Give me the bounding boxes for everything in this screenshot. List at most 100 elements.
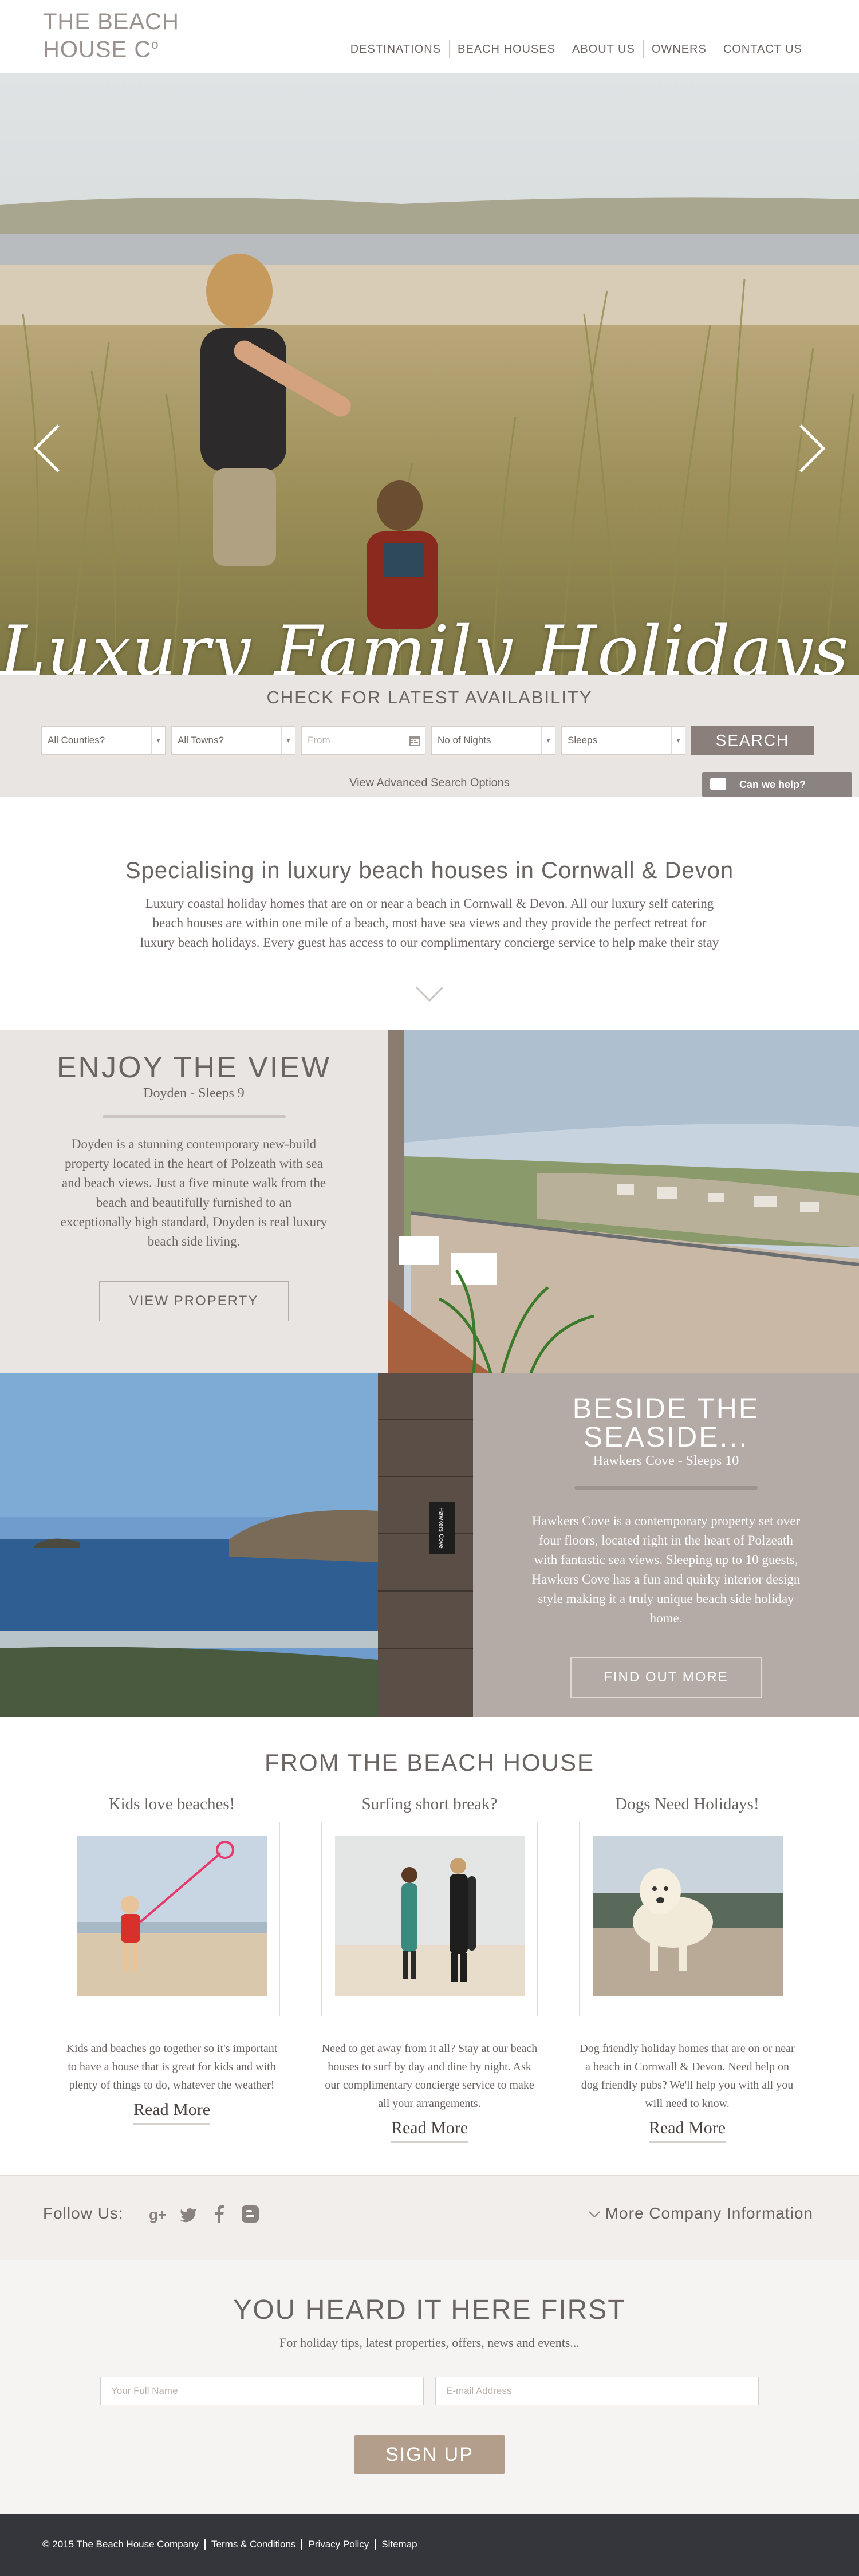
sleeps-select[interactable]: Sleeps ▾ [561,726,685,755]
blog-card: Kids love beaches! Kids and beaches go t… [63,1795,281,2125]
chevron-right-icon[interactable] [795,423,829,474]
logo-line-2-text: HOUSE C [43,37,152,62]
feature-panel: ENJOY THE VIEW Doyden - Sleeps 9 Doyden … [0,1030,388,1373]
blog-section: FROM THE BEACH HOUSE Kids love beaches! … [0,1717,859,2175]
blog-card-title[interactable]: Kids love beaches! [63,1795,281,1814]
footer-links: © 2015 The Beach House Company Terms & C… [42,2539,423,2550]
read-more-link[interactable]: Read More [648,2118,726,2143]
feature-subtitle: Doyden - Sleeps 9 [143,1086,245,1101]
intro-section: Specialising in luxury beach houses in C… [0,797,859,1030]
newsletter-section: YOU HEARD IT HERE FIRST For holiday tips… [0,2260,859,2514]
search-form: All Counties? ▾ All Towns? ▾ From No of … [41,726,814,755]
chevron-down-icon [589,2211,600,2218]
chevron-left-icon[interactable] [30,423,64,474]
hawkers-cove-photo[interactable]: Hawkers Cove [0,1373,473,1717]
social-bar: Follow Us: g+ More Company Information [0,2175,859,2260]
svg-text:g+: g+ [149,2206,167,2223]
social-links: g+ [148,2204,260,2224]
nav-owners[interactable]: OWNERS [643,40,715,58]
logo-line-1: THE BEACH [43,9,179,34]
hero-slider: Luxury Family Holidays by the Sea [0,73,859,675]
more-company-info-label: More Company Information [605,2204,813,2222]
blog-card-text: Need to get away from it all? Stay at ou… [321,2042,538,2110]
site-logo[interactable]: THE BEACH HOUSE Co [43,10,179,61]
nav-beach-houses[interactable]: BEACH HOUSES [449,40,564,58]
read-more-link[interactable]: Read More [391,2118,468,2143]
twitter-icon[interactable] [179,2204,198,2224]
county-select[interactable]: All Counties? ▾ [41,726,166,755]
full-name-input[interactable]: Your Full Name [100,2377,424,2405]
sleeps-select-value: Sleeps [568,735,597,746]
divider [574,1486,758,1490]
chevron-down-icon: ▾ [281,727,295,754]
blog-card: Dogs Need Holidays! Dog friendly holiday… [578,1795,796,2143]
feature-title: BESIDE THE SEASIDE... [473,1394,859,1451]
chat-help-label: Can we help? [739,779,806,790]
chevron-down-icon: ▾ [151,727,165,754]
site-header: THE BEACH HOUSE Co DESTINATIONS BEACH HO… [0,0,859,73]
from-date-input[interactable]: From [301,726,425,755]
search-title: CHECK FOR LATEST AVAILABILITY [266,687,593,707]
feature-doyden: ENJOY THE VIEW Doyden - Sleeps 9 Doyden … [0,1030,859,1373]
nav-contact-us[interactable]: CONTACT US [714,40,810,58]
calendar-icon[interactable] [409,735,420,746]
privacy-link[interactable]: Privacy Policy [301,2539,375,2550]
hero-image [0,73,859,675]
property-sign: Hawkers Cove [438,1507,444,1549]
sign-up-button[interactable]: SIGN UP [354,2435,505,2474]
doyden-photo[interactable] [388,1030,859,1373]
feature-text: Doyden is a stunning contemporary new-bu… [60,1137,328,1248]
nights-select-value: No of Nights [438,735,491,746]
terms-link[interactable]: Terms & Conditions [204,2539,301,2550]
nav-destinations[interactable]: DESTINATIONS [342,40,449,58]
surfers-photo[interactable] [335,1836,525,1996]
view-property-button[interactable]: VIEW PROPERTY [98,1281,289,1321]
feature-title-line-1: BESIDE THE [572,1392,760,1424]
more-company-info-toggle[interactable]: More Company Information [588,2204,813,2223]
intro-text: Luxury coastal holiday homes that are on… [140,896,719,950]
search-button[interactable]: SEARCH [691,726,814,755]
facebook-icon[interactable] [210,2204,229,2224]
nav-about-us[interactable]: ABOUT US [563,40,643,58]
town-select[interactable]: All Towns? ▾ [171,726,295,755]
feature-hawkers-cove: Hawkers Cove BESIDE THE SEASIDE... Hawker… [0,1373,859,1717]
email-input[interactable]: E-mail Address [435,2377,759,2405]
full-name-placeholder: Your Full Name [111,2385,178,2396]
feature-title: ENJOY THE VIEW [56,1051,332,1084]
intro-title: Specialising in luxury beach houses in C… [125,858,734,883]
chat-help-button[interactable]: Can we help? [702,772,852,797]
main-nav: DESTINATIONS BEACH HOUSES ABOUT US OWNER… [342,40,810,58]
chevron-down-icon: ▾ [671,727,685,754]
availability-search: CHECK FOR LATEST AVAILABILITY All Counti… [0,675,859,797]
follow-label: Follow Us: [43,2204,124,2222]
blog-card-text: Kids and beaches go together so it's imp… [66,2042,278,2091]
blog-title: FROM THE BEACH HOUSE [265,1749,594,1776]
sitemap-link[interactable]: Sitemap [375,2539,423,2550]
feature-subtitle: Hawkers Cove - Sleeps 10 [593,1454,739,1468]
blogger-icon[interactable] [241,2204,260,2224]
read-more-link[interactable]: Read More [133,2100,211,2125]
feature-panel: BESIDE THE SEASIDE... Hawkers Cove - Slee… [473,1373,859,1717]
divider [102,1115,286,1118]
find-out-more-button[interactable]: FIND OUT MORE [570,1657,762,1698]
hero-caption: Luxury Family Holidays by the Sea [0,612,859,675]
blog-card: Surfing short break? Need to get away fr… [321,1795,538,2143]
copyright: © 2015 The Beach House Company [42,2539,199,2550]
county-select-value: All Counties? [48,735,105,746]
kids-beach-photo[interactable] [77,1836,267,1996]
chevron-down-icon: ▾ [541,727,555,754]
email-placeholder: E-mail Address [446,2385,512,2396]
google-plus-icon[interactable]: g+ [148,2204,167,2224]
logo-sup: o [151,37,159,52]
feature-text: Hawkers Cove is a contemporary property … [531,1514,801,1625]
chevron-down-icon[interactable] [415,986,444,1003]
blog-card-text: Dog friendly holiday homes that are on o… [580,2042,795,2110]
nights-select[interactable]: No of Nights ▾ [431,726,555,755]
blog-card-title[interactable]: Dogs Need Holidays! [578,1795,796,1814]
chat-bubble-icon [710,778,726,790]
blog-card-title[interactable]: Surfing short break? [321,1795,538,1814]
blog-card-image-frame [579,1822,795,2016]
from-date-placeholder: From [308,735,330,746]
dog-beach-photo[interactable] [593,1836,783,1996]
newsletter-title: YOU HEARD IT HERE FIRST [233,2295,626,2325]
